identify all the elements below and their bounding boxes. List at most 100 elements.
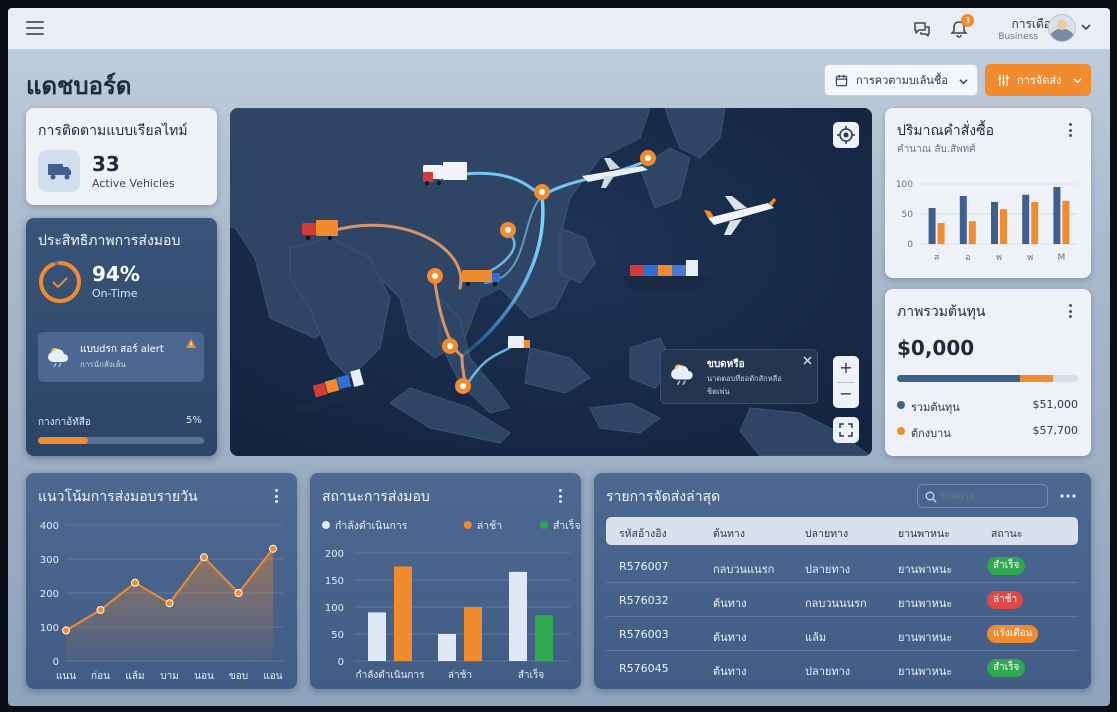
search-icon xyxy=(925,491,937,503)
shipment-vehicle: ยานพาหนะ xyxy=(898,631,953,644)
y-tick-label: 200 xyxy=(325,549,344,560)
recent-shipments-card: รายการจัดส่งล่าสุด รหัสอ้างอิง ต้นทาง ปล… xyxy=(594,473,1091,689)
x-tick-label: บาม xyxy=(160,671,179,682)
x-tick-label: ส xyxy=(934,253,940,263)
bar xyxy=(394,566,412,661)
chevron-down-icon[interactable] xyxy=(1081,22,1091,32)
more-icon[interactable] xyxy=(559,489,563,503)
status-badge: สำเร็จ xyxy=(987,557,1026,575)
x-tick-label: ขอบ xyxy=(229,671,248,682)
truck-icon xyxy=(38,150,80,192)
column-header[interactable]: ปลายทาง xyxy=(805,525,848,542)
fullscreen-button[interactable] xyxy=(833,417,859,443)
progress-fill xyxy=(38,437,88,444)
legend-label: กำลังดำเนินการ xyxy=(335,520,408,532)
cost-bar-other xyxy=(1020,375,1053,382)
trend-point xyxy=(200,553,208,562)
bar xyxy=(959,196,967,244)
weather-alert-subtitle: การนักสังเล้น xyxy=(80,360,126,369)
shipment-id: R576032 xyxy=(619,594,669,607)
notification-badge: 3 xyxy=(961,14,974,27)
cost-bar xyxy=(897,375,1078,382)
y-tick-label: 0 xyxy=(53,657,59,668)
weather-popup-title: ขบดหรือ xyxy=(707,359,745,370)
x-tick-label: อ xyxy=(965,253,970,263)
table-row[interactable]: R576007 กลบวนแนรก ปลายทาง ยานพาหนะ สำเร็จ xyxy=(606,551,1078,583)
storm-cloud-icon xyxy=(48,348,68,368)
date-filter-button[interactable]: การควตามบเล้นชื้อ xyxy=(824,64,978,96)
legend-dot xyxy=(463,521,472,529)
y-tick-label: 100 xyxy=(40,623,59,634)
shipment-vehicle: ยานพาหนะ xyxy=(898,563,953,576)
chat-icon[interactable] xyxy=(912,19,932,39)
zoom-out-button[interactable]: − xyxy=(833,384,859,406)
shipment-destination: ปลายทาง xyxy=(805,563,851,576)
menu-icon[interactable] xyxy=(26,21,44,35)
shipment-map[interactable]: ขบดหรือ นาดตอบที่ยอดักสักหลือ ชิตเพ่น + … xyxy=(230,108,872,456)
shipment-destination: กลบวนนนรก xyxy=(805,597,867,610)
table-row[interactable]: R576003 ต้นทาง แล้ม ยานพาหนะ แร้งเตือน xyxy=(606,619,1078,651)
cost-legend-1-label: รวมต้นทุน xyxy=(911,401,960,414)
delivery-efficiency-card: ประสิทธิภาพการส่งมอบ 94% On-Time แบบdรก … xyxy=(26,218,217,456)
daily-trend-chart: 0 100 200 300 400 แนน ก่อน แล้ม บาม นอน ขอบ แอน xyxy=(40,521,283,682)
column-header[interactable]: ยานพาหนะ xyxy=(898,525,950,542)
bar xyxy=(1022,194,1030,244)
x-tick-label: ก่อน xyxy=(91,671,110,682)
legend-label: สำเร็จ xyxy=(553,518,581,532)
weather-popup-line2: ชิตเพ่น xyxy=(707,387,730,396)
y-tick-label: 400 xyxy=(40,521,59,532)
more-horizontal-icon[interactable] xyxy=(1060,494,1076,498)
zoom-in-button[interactable]: + xyxy=(833,358,859,380)
legend-dot xyxy=(322,521,330,529)
warning-icon xyxy=(186,339,196,348)
shipment-vehicle: ยานพาหนะ xyxy=(898,597,953,610)
more-icon[interactable] xyxy=(1069,123,1073,137)
y-tick-label: 0 xyxy=(338,657,344,668)
shipment-destination: แล้ม xyxy=(805,631,827,644)
search-input[interactable] xyxy=(940,488,1044,505)
cost-legend-2-label: ต้กงบาน xyxy=(911,427,951,440)
bar xyxy=(509,571,527,661)
cost-bar-total xyxy=(897,375,1021,382)
zoom-control: + − xyxy=(833,356,859,408)
column-header[interactable]: ต้นทาง xyxy=(713,525,745,542)
delivery-status-card: สถานะการส่งมอบ กำลังดำเนินการล่าช้า สำเร็… xyxy=(310,473,581,689)
check-icon xyxy=(52,277,68,289)
progress-value: 5% xyxy=(186,415,202,426)
weather-alert-box[interactable]: แบบdรก สอร์ alert การนักสังเล้น xyxy=(38,332,204,382)
daily-trend-title: แนวโน้มการส่งมอบรายวัน xyxy=(38,489,198,505)
status-badge: ล่าช้า xyxy=(987,591,1024,609)
table-row[interactable]: R576032 ต้นทาง กลบวนนนรก ยานพาหนะ ล่าช้า xyxy=(606,585,1078,617)
y-tick-label: 0 xyxy=(907,240,913,250)
more-icon[interactable] xyxy=(275,489,279,503)
shipment-vehicle: ยานพาหนะ xyxy=(898,665,953,678)
bar xyxy=(968,221,976,244)
shipping-button[interactable]: การจัดส่ง xyxy=(985,64,1091,96)
storm-cloud-icon xyxy=(671,364,693,386)
table-row[interactable]: R576045 ต้นทาง ปลายทาง ยานพาหนะ สำเร็จ xyxy=(606,653,1078,685)
more-icon[interactable] xyxy=(1069,304,1073,318)
x-tick-label: ล่าช้า xyxy=(448,669,472,681)
bar xyxy=(1062,200,1070,244)
cost-legend-1-value: $51,000 xyxy=(1032,398,1079,411)
close-icon[interactable] xyxy=(803,356,812,365)
cost-overview-card: ภาพรวมต้นทุน $0,000 รวมต้นทุน $51,000 ต้… xyxy=(885,289,1091,456)
cost-title: ภาพรวมต้นทุน xyxy=(897,304,986,320)
bar xyxy=(368,612,386,661)
column-header[interactable]: สถานะ xyxy=(991,525,1022,542)
calendar-icon xyxy=(835,74,848,86)
column-header[interactable]: รหัสอ้างอิง xyxy=(619,525,667,542)
locate-button[interactable] xyxy=(833,122,859,148)
realtime-tracking-card: การติดตามแบบเรียลไทม์ 33 Active Vehicles xyxy=(26,108,217,205)
chevron-down-icon xyxy=(1073,78,1082,84)
status-badge: แร้งเตือน xyxy=(987,625,1039,643)
x-tick-label: แนน xyxy=(56,671,76,682)
app-window: 3 การเดือ Business แดชบอร์ด การควตามบเล้… xyxy=(8,8,1110,706)
progress-label: กางกาอ้ทัสือ xyxy=(38,417,91,428)
delivery-status-title: สถานะการส่งมอบ xyxy=(322,489,430,505)
table-header: รหัสอ้างอิง ต้นทาง ปลายทาง ยานพาหนะ สถาน… xyxy=(606,517,1078,545)
trend-point xyxy=(62,626,70,635)
avatar[interactable] xyxy=(1048,14,1076,42)
trend-point xyxy=(96,606,105,614)
bar xyxy=(928,208,936,244)
